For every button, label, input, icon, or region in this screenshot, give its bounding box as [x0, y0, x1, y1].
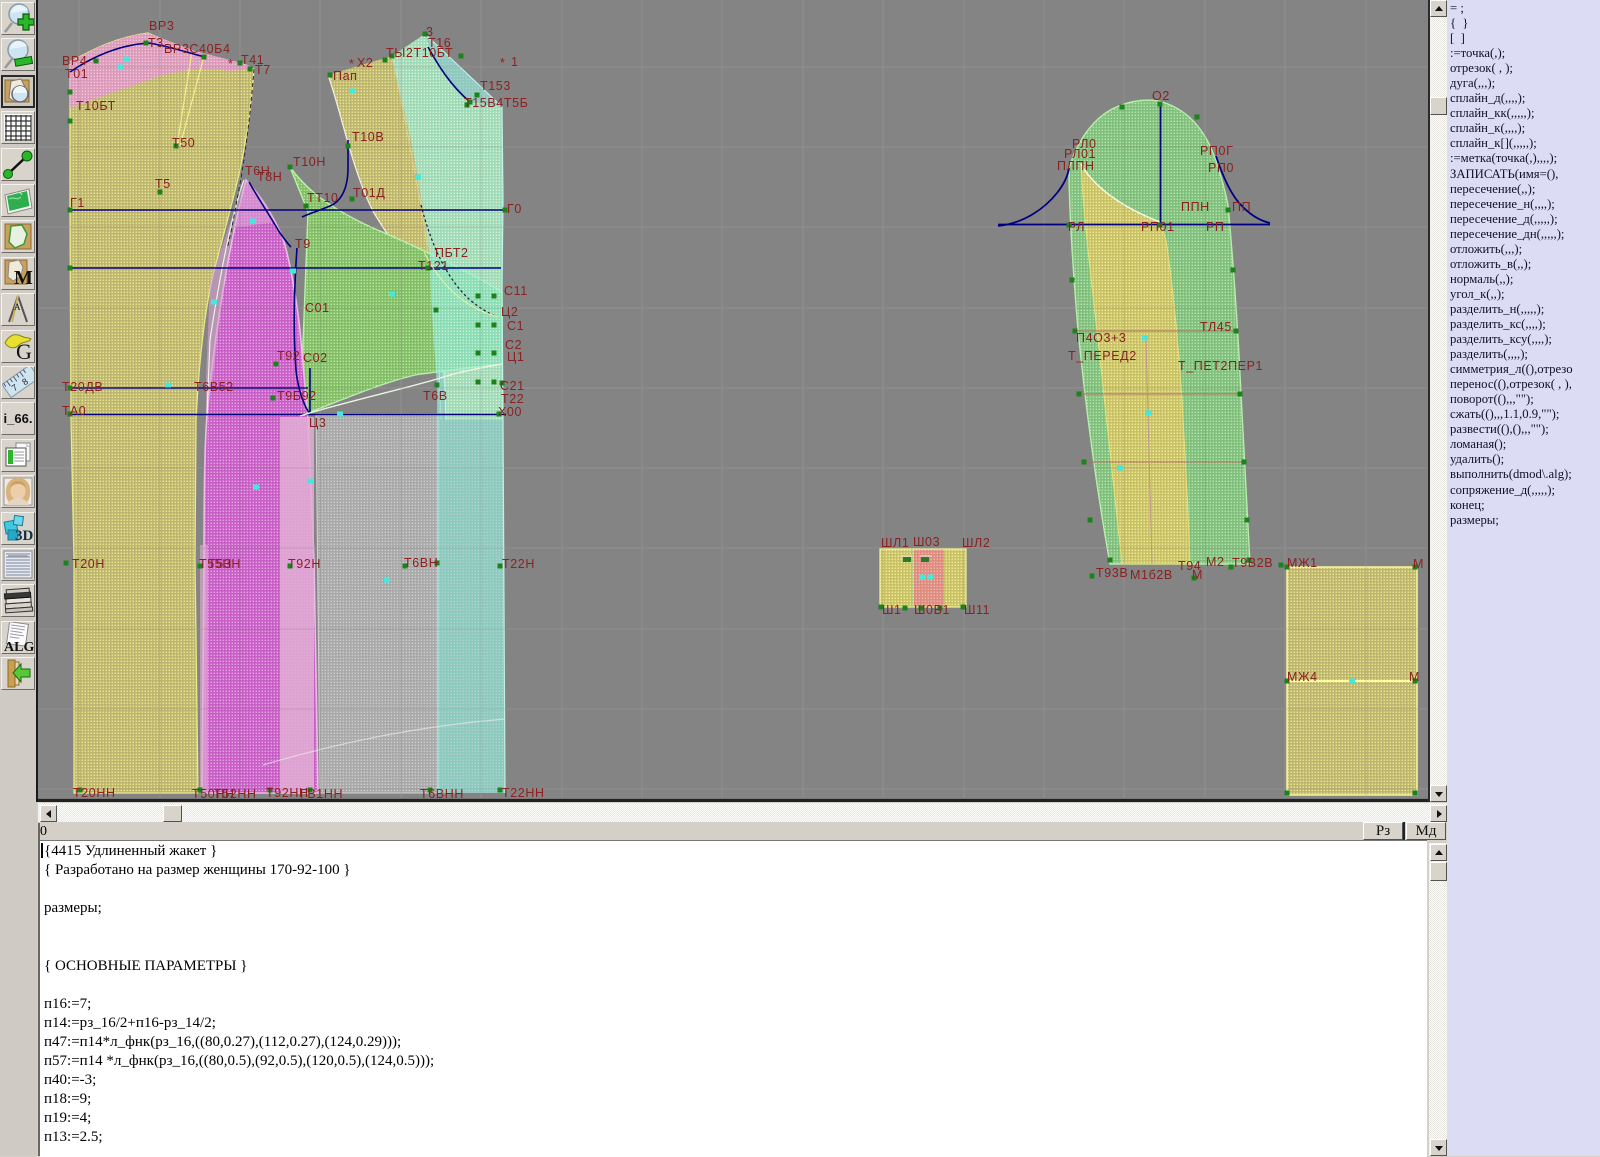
svg-text:ТА0: ТА0 — [62, 404, 86, 418]
svg-text:П4О3+3: П4О3+3 — [1076, 331, 1126, 345]
svg-text:МЖ4: МЖ4 — [1287, 670, 1318, 684]
svg-text:ТТ10: ТТ10 — [307, 191, 339, 205]
svg-text:М2: М2 — [1206, 555, 1225, 569]
svg-text:Т8Н: Т8Н — [257, 170, 282, 184]
svg-text:3D: 3D — [15, 528, 34, 544]
svg-text:ТЛ45: ТЛ45 — [1200, 320, 1232, 334]
svg-text:РП01: РП01 — [1141, 220, 1175, 234]
svg-text:ВР4: ВР4 — [62, 54, 87, 68]
svg-text:Ш0В1: Ш0В1 — [914, 603, 950, 617]
svg-text:Т20Н: Т20Н — [72, 557, 105, 571]
svg-text:Х00: Х00 — [498, 405, 522, 419]
svg-text:МЖ1: МЖ1 — [1287, 556, 1318, 570]
svg-text:ШЛ1: ШЛ1 — [881, 536, 909, 550]
svg-text:Т10БТ: Т10БТ — [76, 99, 116, 113]
svg-text:М: М — [1192, 568, 1203, 582]
svg-text:ШЛ2: ШЛ2 — [962, 536, 990, 550]
svg-text:Т22Н: Т22Н — [502, 557, 535, 571]
svg-text:Ш11: Ш11 — [964, 603, 990, 617]
svg-text:РП0Г: РП0Г — [1200, 144, 1233, 158]
svg-text:Т3: Т3 — [148, 36, 164, 50]
svg-text:Т153: Т153 — [480, 79, 511, 93]
svg-text:Т10В: Т10В — [352, 130, 384, 144]
svg-text:О2: О2 — [1152, 89, 1170, 103]
svg-text:ТЫ2Т10БТ: ТЫ2Т10БТ — [386, 46, 453, 60]
svg-text:ПП: ПП — [1232, 200, 1251, 214]
svg-text:Т6В52: Т6В52 — [194, 380, 234, 394]
svg-text:С02: С02 — [303, 351, 328, 365]
svg-text:Ц1: Ц1 — [507, 350, 524, 364]
svg-text:Т9: Т9 — [295, 237, 311, 251]
svg-text:Т93В: Т93В — [1096, 566, 1128, 580]
svg-text:Ш1: Ш1 — [882, 603, 902, 617]
svg-text:С01: С01 — [305, 301, 330, 315]
svg-text:Ш03: Ш03 — [913, 535, 940, 549]
svg-text:Т7: Т7 — [255, 63, 271, 77]
svg-text:Т6ВН: Т6ВН — [404, 556, 438, 570]
svg-text:С11: С11 — [504, 284, 528, 298]
svg-text:ВР3: ВР3 — [149, 19, 174, 33]
svg-text:*: * — [228, 57, 233, 71]
svg-text:РП0: РП0 — [1208, 161, 1234, 175]
svg-text:M: M — [14, 267, 33, 289]
svg-text:G: G — [16, 339, 32, 362]
svg-text:Т_ПЕТ2ПЕР1: Т_ПЕТ2ПЕР1 — [1178, 359, 1263, 373]
svg-text:Т20ДВ: Т20ДВ — [62, 380, 103, 394]
svg-text:Т15В4Т5Б: Т15В4Т5Б — [464, 96, 528, 110]
svg-text:С21: С21 — [500, 379, 525, 393]
svg-text:С1: С1 — [507, 319, 524, 333]
svg-text:Т01Д: Т01Д — [353, 186, 385, 200]
svg-text:Т9Б92: Т9Б92 — [277, 389, 317, 403]
svg-text:Т92: Т92 — [277, 349, 300, 363]
svg-text:Ц2: Ц2 — [501, 305, 518, 319]
svg-text:Т_ПЕРЕД2: Т_ПЕРЕД2 — [1068, 349, 1137, 363]
svg-text:Т10Н: Т10Н — [293, 155, 326, 169]
svg-text:ПБТ2: ПБТ2 — [435, 246, 469, 260]
svg-text:М: М — [1409, 670, 1420, 684]
svg-text:*: * — [500, 56, 505, 70]
svg-text:М1б2В: М1б2В — [1130, 568, 1173, 582]
svg-text:A: A — [14, 302, 21, 312]
svg-text:РП: РП — [1206, 220, 1225, 234]
svg-text:Т01: Т01 — [65, 67, 88, 81]
svg-text:Т6В: Т6В — [423, 389, 448, 403]
svg-text:ППН: ППН — [1181, 200, 1210, 214]
svg-text:Т50: Т50 — [172, 136, 195, 150]
svg-text:Ц3: Ц3 — [309, 416, 326, 430]
svg-text:Х2: Х2 — [357, 56, 374, 70]
svg-text:ВР3С40Б4: ВР3С40Б4 — [164, 42, 231, 56]
svg-text:Пап: Пап — [333, 69, 358, 83]
svg-text:Т92Н: Т92Н — [288, 557, 321, 571]
svg-text:Т121: Т121 — [418, 259, 449, 273]
svg-text:1: 1 — [511, 55, 519, 69]
svg-text:ПЛПН: ПЛПН — [1057, 159, 1095, 173]
svg-text:Г1: Г1 — [70, 196, 85, 210]
svg-text:Г0: Г0 — [507, 202, 522, 216]
svg-text:М: М — [1413, 557, 1424, 571]
svg-text:ALG: ALG — [4, 640, 34, 653]
svg-text:Т22: Т22 — [501, 392, 524, 406]
svg-text:Т53Н: Т53Н — [208, 557, 241, 571]
svg-text:Т5: Т5 — [155, 177, 171, 191]
svg-text:РЛ: РЛ — [1068, 220, 1085, 234]
svg-text:Т9В2В: Т9В2В — [1232, 556, 1273, 570]
